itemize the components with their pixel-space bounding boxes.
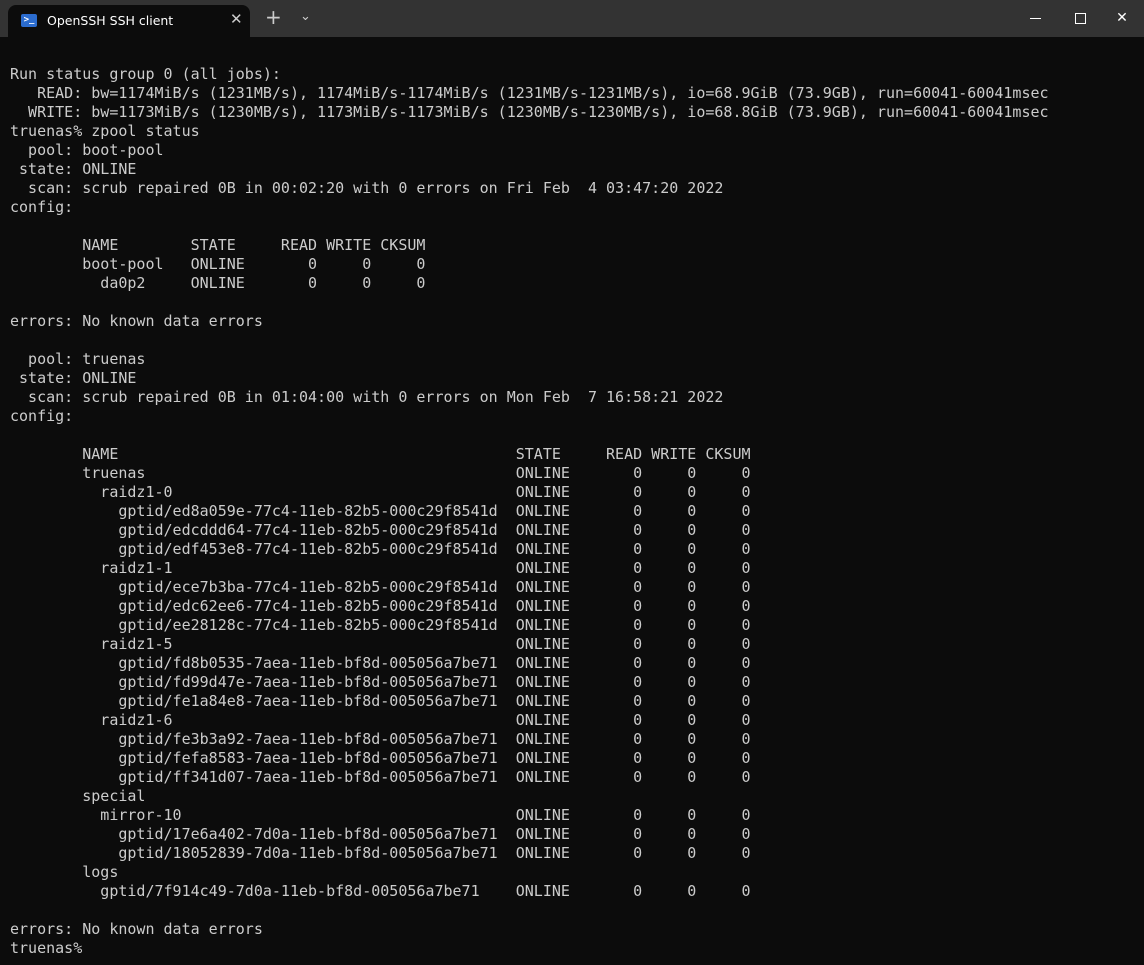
terminal-line: raidz1-5 ONLINE 0 0 0 [10, 635, 751, 653]
terminal-line: scan: scrub repaired 0B in 01:04:00 with… [10, 388, 724, 406]
chevron-down-icon[interactable]: ⌄ [300, 9, 311, 24]
terminal-line: gptid/edcddd64-77c4-11eb-82b5-000c29f854… [10, 521, 751, 539]
terminal-line: state: ONLINE [10, 160, 137, 178]
terminal-line: logs [10, 863, 119, 881]
terminal-line: pool: boot-pool [10, 141, 164, 159]
maximize-button[interactable] [1057, 0, 1103, 37]
terminal-line: errors: No known data errors [10, 312, 263, 330]
terminal-output[interactable]: Run status group 0 (all jobs): READ: bw=… [0, 37, 1144, 965]
terminal-line: config: [10, 198, 74, 216]
terminal-line: mirror-10 ONLINE 0 0 0 [10, 806, 751, 824]
tab-title: OpenSSH SSH client [47, 13, 174, 28]
terminal-line: gptid/fefa8583-7aea-11eb-bf8d-005056a7be… [10, 749, 751, 767]
terminal-line: truenas ONLINE 0 0 0 [10, 464, 751, 482]
terminal-line: gptid/fe1a84e8-7aea-11eb-bf8d-005056a7be… [10, 692, 751, 710]
terminal-line: gptid/ed8a059e-77c4-11eb-82b5-000c29f854… [10, 502, 751, 520]
terminal-line: special [10, 787, 146, 805]
minimize-button[interactable] [1012, 0, 1058, 37]
terminal-line: raidz1-6 ONLINE 0 0 0 [10, 711, 751, 729]
terminal-line: gptid/ee28128c-77c4-11eb-82b5-000c29f854… [10, 616, 751, 634]
terminal-line: raidz1-1 ONLINE 0 0 0 [10, 559, 751, 577]
terminal-line: Run status group 0 (all jobs): [10, 65, 281, 83]
minimize-icon [1029, 17, 1041, 19]
new-tab-button[interactable]: + [265, 7, 282, 27]
terminal-line: NAME STATE READ WRITE CKSUM [10, 445, 751, 463]
terminal-line: gptid/18052839-7d0a-11eb-bf8d-005056a7be… [10, 844, 751, 862]
terminal-line: scan: scrub repaired 0B in 00:02:20 with… [10, 179, 724, 197]
terminal-line: pool: truenas [10, 350, 146, 368]
terminal-line: gptid/ece7b3ba-77c4-11eb-82b5-000c29f854… [10, 578, 751, 596]
terminal-line: raidz1-0 ONLINE 0 0 0 [10, 483, 751, 501]
terminal-line: da0p2 ONLINE 0 0 0 [10, 274, 426, 292]
close-icon: ✕ [1116, 10, 1128, 26]
terminal-lines: Run status group 0 (all jobs): READ: bw=… [10, 46, 1049, 958]
terminal-line: errors: No known data errors [10, 920, 263, 938]
title-bar[interactable]: >_ OpenSSH SSH client ✕ + ⌄ ✕ [0, 0, 1144, 37]
terminal-line: gptid/fe3b3a92-7aea-11eb-bf8d-005056a7be… [10, 730, 751, 748]
tab-openssh[interactable]: >_ OpenSSH SSH client ✕ [8, 5, 250, 37]
close-tab-icon[interactable]: ✕ [230, 10, 243, 28]
terminal-line: READ: bw=1174MiB/s (1231MB/s), 1174MiB/s… [10, 84, 1049, 102]
close-window-button[interactable]: ✕ [1099, 0, 1144, 37]
terminal-line: gptid/7f914c49-7d0a-11eb-bf8d-005056a7be… [10, 882, 751, 900]
terminal-line: truenas% [10, 939, 92, 957]
terminal-line: gptid/fd99d47e-7aea-11eb-bf8d-005056a7be… [10, 673, 751, 691]
terminal-line: WRITE: bw=1173MiB/s (1230MB/s), 1173MiB/… [10, 103, 1049, 121]
terminal-line: config: [10, 407, 74, 425]
terminal-line: gptid/fd8b0535-7aea-11eb-bf8d-005056a7be… [10, 654, 751, 672]
terminal-line: gptid/17e6a402-7d0a-11eb-bf8d-005056a7be… [10, 825, 751, 843]
terminal-line: state: ONLINE [10, 369, 137, 387]
terminal-line: boot-pool ONLINE 0 0 0 [10, 255, 426, 273]
maximize-icon [1074, 12, 1086, 24]
terminal-line: gptid/ff341d07-7aea-11eb-bf8d-005056a7be… [10, 768, 751, 786]
terminal-line: truenas% zpool status [10, 122, 200, 140]
terminal-line: gptid/edf453e8-77c4-11eb-82b5-000c29f854… [10, 540, 751, 558]
terminal-line: gptid/edc62ee6-77c4-11eb-82b5-000c29f854… [10, 597, 751, 615]
powershell-icon: >_ [21, 14, 37, 27]
terminal-line: NAME STATE READ WRITE CKSUM [10, 236, 426, 254]
